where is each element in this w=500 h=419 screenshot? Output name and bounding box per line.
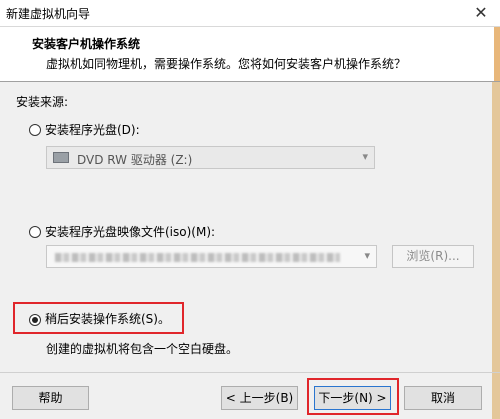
drive-select-value: DVD RW 驱动器 (Z:): [77, 153, 193, 167]
background-edge: [492, 82, 500, 419]
header-description: 虚拟机如同物理机，需要操作系统。您将如何安装客户机操作系统？: [46, 57, 407, 71]
header-title: 安装客户机操作系统: [32, 37, 141, 51]
install-source-label: 安装来源:: [16, 95, 69, 109]
iso-path-blurred-text: [55, 253, 340, 262]
dvd-drive-icon: [53, 152, 69, 163]
chevron-down-icon: ▾: [362, 150, 368, 163]
next-button[interactable]: 下一步(N) >: [314, 386, 391, 410]
iso-path-input: ▾: [46, 245, 377, 268]
radio-installer-disc[interactable]: [29, 124, 41, 136]
install-later-label[interactable]: 稍后安装操作系统(S)。: [45, 310, 170, 327]
drive-select: DVD RW 驱动器 (Z:) ▾: [46, 146, 375, 169]
window-title: 新建虚拟机向导: [6, 7, 91, 21]
wizard-header: 安装客户机操作系统 虚拟机如同物理机，需要操作系统。您将如何安装客户机操作系统？: [0, 27, 500, 82]
help-button[interactable]: 帮助: [12, 386, 89, 410]
close-icon[interactable]: ✕: [468, 2, 494, 24]
cancel-button[interactable]: 取消: [404, 386, 482, 410]
installer-disc-label[interactable]: 安装程序光盘(D):: [45, 121, 140, 138]
radio-iso-image[interactable]: [29, 226, 41, 238]
radio-install-later[interactable]: [29, 314, 41, 326]
chevron-down-icon: ▾: [364, 249, 370, 262]
iso-image-label[interactable]: 安装程序光盘映像文件(iso)(M):: [45, 223, 215, 240]
footer-divider: [0, 372, 500, 373]
install-later-description: 创建的虚拟机将包含一个空白硬盘。: [46, 342, 239, 356]
header-edge-decoration: [494, 27, 500, 81]
title-bar: 新建虚拟机向导 ✕: [0, 0, 500, 27]
browse-button: 浏览(R)...: [392, 245, 474, 268]
back-button[interactable]: < 上一步(B): [221, 386, 298, 410]
